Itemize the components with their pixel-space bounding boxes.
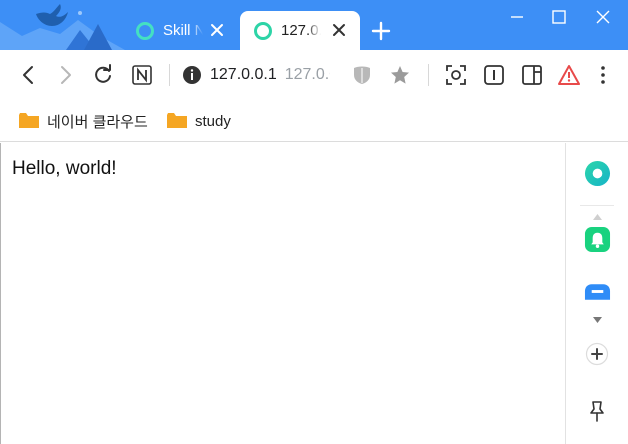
tab-title: 127.0.0.1 [281,22,321,39]
add-app-icon[interactable] [585,342,609,366]
scroll-down-icon[interactable] [593,317,602,323]
pin-icon[interactable] [587,400,607,422]
page-body-text: Hello, world! [12,158,117,179]
screen-capture-icon[interactable] [445,64,467,86]
url-rest: 127.0.0.1 [284,66,330,83]
toolbar-divider [169,64,170,86]
warning-icon[interactable] [558,64,580,86]
page-content: Hello, world! [0,143,565,444]
folder-icon [167,113,187,128]
notification-bell-icon[interactable] [584,226,611,253]
whale-app-icon[interactable] [584,160,611,187]
tab-localhost[interactable]: 127.0.0.1 [240,11,360,50]
whale-logo-icon [0,4,125,50]
new-tab-icon[interactable] [370,20,392,42]
minimize-icon[interactable] [506,6,528,28]
back-icon[interactable] [18,64,40,86]
site-info-icon[interactable] [181,64,203,86]
side-panel [565,143,628,444]
bookmarks-bar: 네이버 클라우드 study [0,100,628,142]
close-window-icon[interactable] [592,6,614,28]
title-bar: Skill Net 127.0.0.1 [0,0,628,50]
navigation-toolbar: 127.0.0.1 127.0.0.1 [0,50,628,100]
naver-n-icon[interactable] [131,64,153,86]
wallet-icon[interactable] [584,283,611,300]
folder-icon [19,113,39,128]
side-panel-divider [580,205,614,206]
tab-title: Skill Net [163,22,203,39]
bookmark-label: 네이버 클라우드 [47,113,148,131]
bookmark-folder-study[interactable]: study [167,110,231,132]
address-bar[interactable]: 127.0.0.1 127.0.0.1 [210,64,330,86]
close-tab-icon[interactable] [208,21,226,39]
reader-mode-icon[interactable] [483,64,505,86]
bookmark-star-icon[interactable] [389,64,411,86]
close-tab-icon[interactable] [330,21,348,39]
reload-icon[interactable] [92,64,114,86]
toolbar-divider [428,64,429,86]
tab-favicon-icon [254,21,272,40]
bookmark-folder-naver-cloud[interactable]: 네이버 클라우드 [19,110,148,132]
more-menu-icon[interactable] [592,64,614,86]
bookmark-label: study [195,112,231,130]
shield-icon[interactable] [351,64,373,86]
forward-icon[interactable] [54,64,76,86]
tab-skill-net[interactable]: Skill Net [122,11,238,50]
maximize-icon[interactable] [548,6,570,28]
tab-favicon-icon [136,21,154,40]
scroll-up-icon[interactable] [593,214,602,220]
url-host: 127.0.0.1 [210,66,277,83]
side-panel-toggle-icon[interactable] [521,64,543,86]
